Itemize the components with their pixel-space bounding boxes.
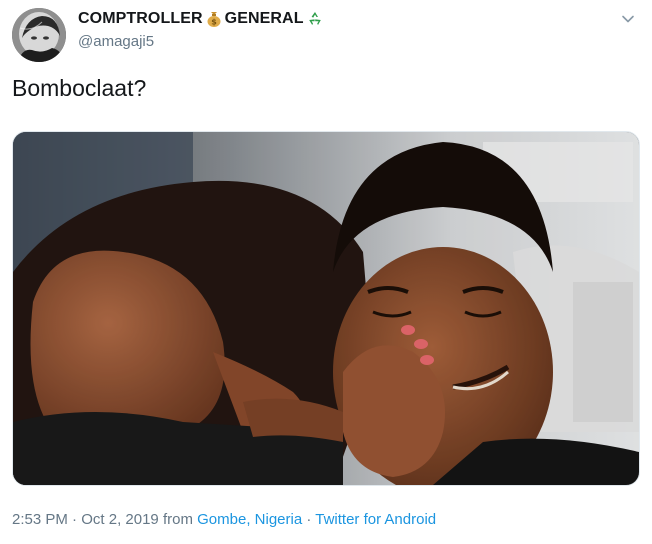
- display-name-row[interactable]: COMPTROLLER $ GENERAL: [78, 10, 326, 28]
- tweet-text: Bomboclaat?: [12, 75, 147, 101]
- tweet-date[interactable]: Oct 2, 2019: [81, 511, 159, 528]
- meta-from-label: from: [158, 511, 198, 528]
- chevron-down-icon[interactable]: [619, 10, 637, 28]
- tweet-card: COMPTROLLER $ GENERAL @amagaji5 Bombocla…: [0, 0, 652, 544]
- tweet-meta: 2:53 PM · Oct 2, 2019 from Gombe, Nigeri…: [12, 511, 436, 528]
- tweet-client-link[interactable]: Twitter for Android: [315, 511, 436, 528]
- meta-separator: ·: [302, 511, 316, 528]
- avatar[interactable]: [12, 8, 66, 62]
- display-name-part2[interactable]: GENERAL: [225, 10, 304, 28]
- tweet-time[interactable]: 2:53 PM: [12, 511, 68, 528]
- money-bag-icon: $: [205, 10, 223, 28]
- photo-two-women-laughing: [13, 132, 639, 485]
- avatar-image: [12, 8, 66, 62]
- tweet-location-link[interactable]: Gombe, Nigeria: [197, 511, 302, 528]
- recycle-icon: [306, 10, 324, 28]
- meta-separator: ·: [67, 511, 82, 528]
- tweet-photo[interactable]: [12, 131, 640, 486]
- user-handle[interactable]: @amagaji5: [78, 33, 154, 50]
- svg-text:$: $: [211, 18, 217, 27]
- display-name-part1[interactable]: COMPTROLLER: [78, 10, 203, 28]
